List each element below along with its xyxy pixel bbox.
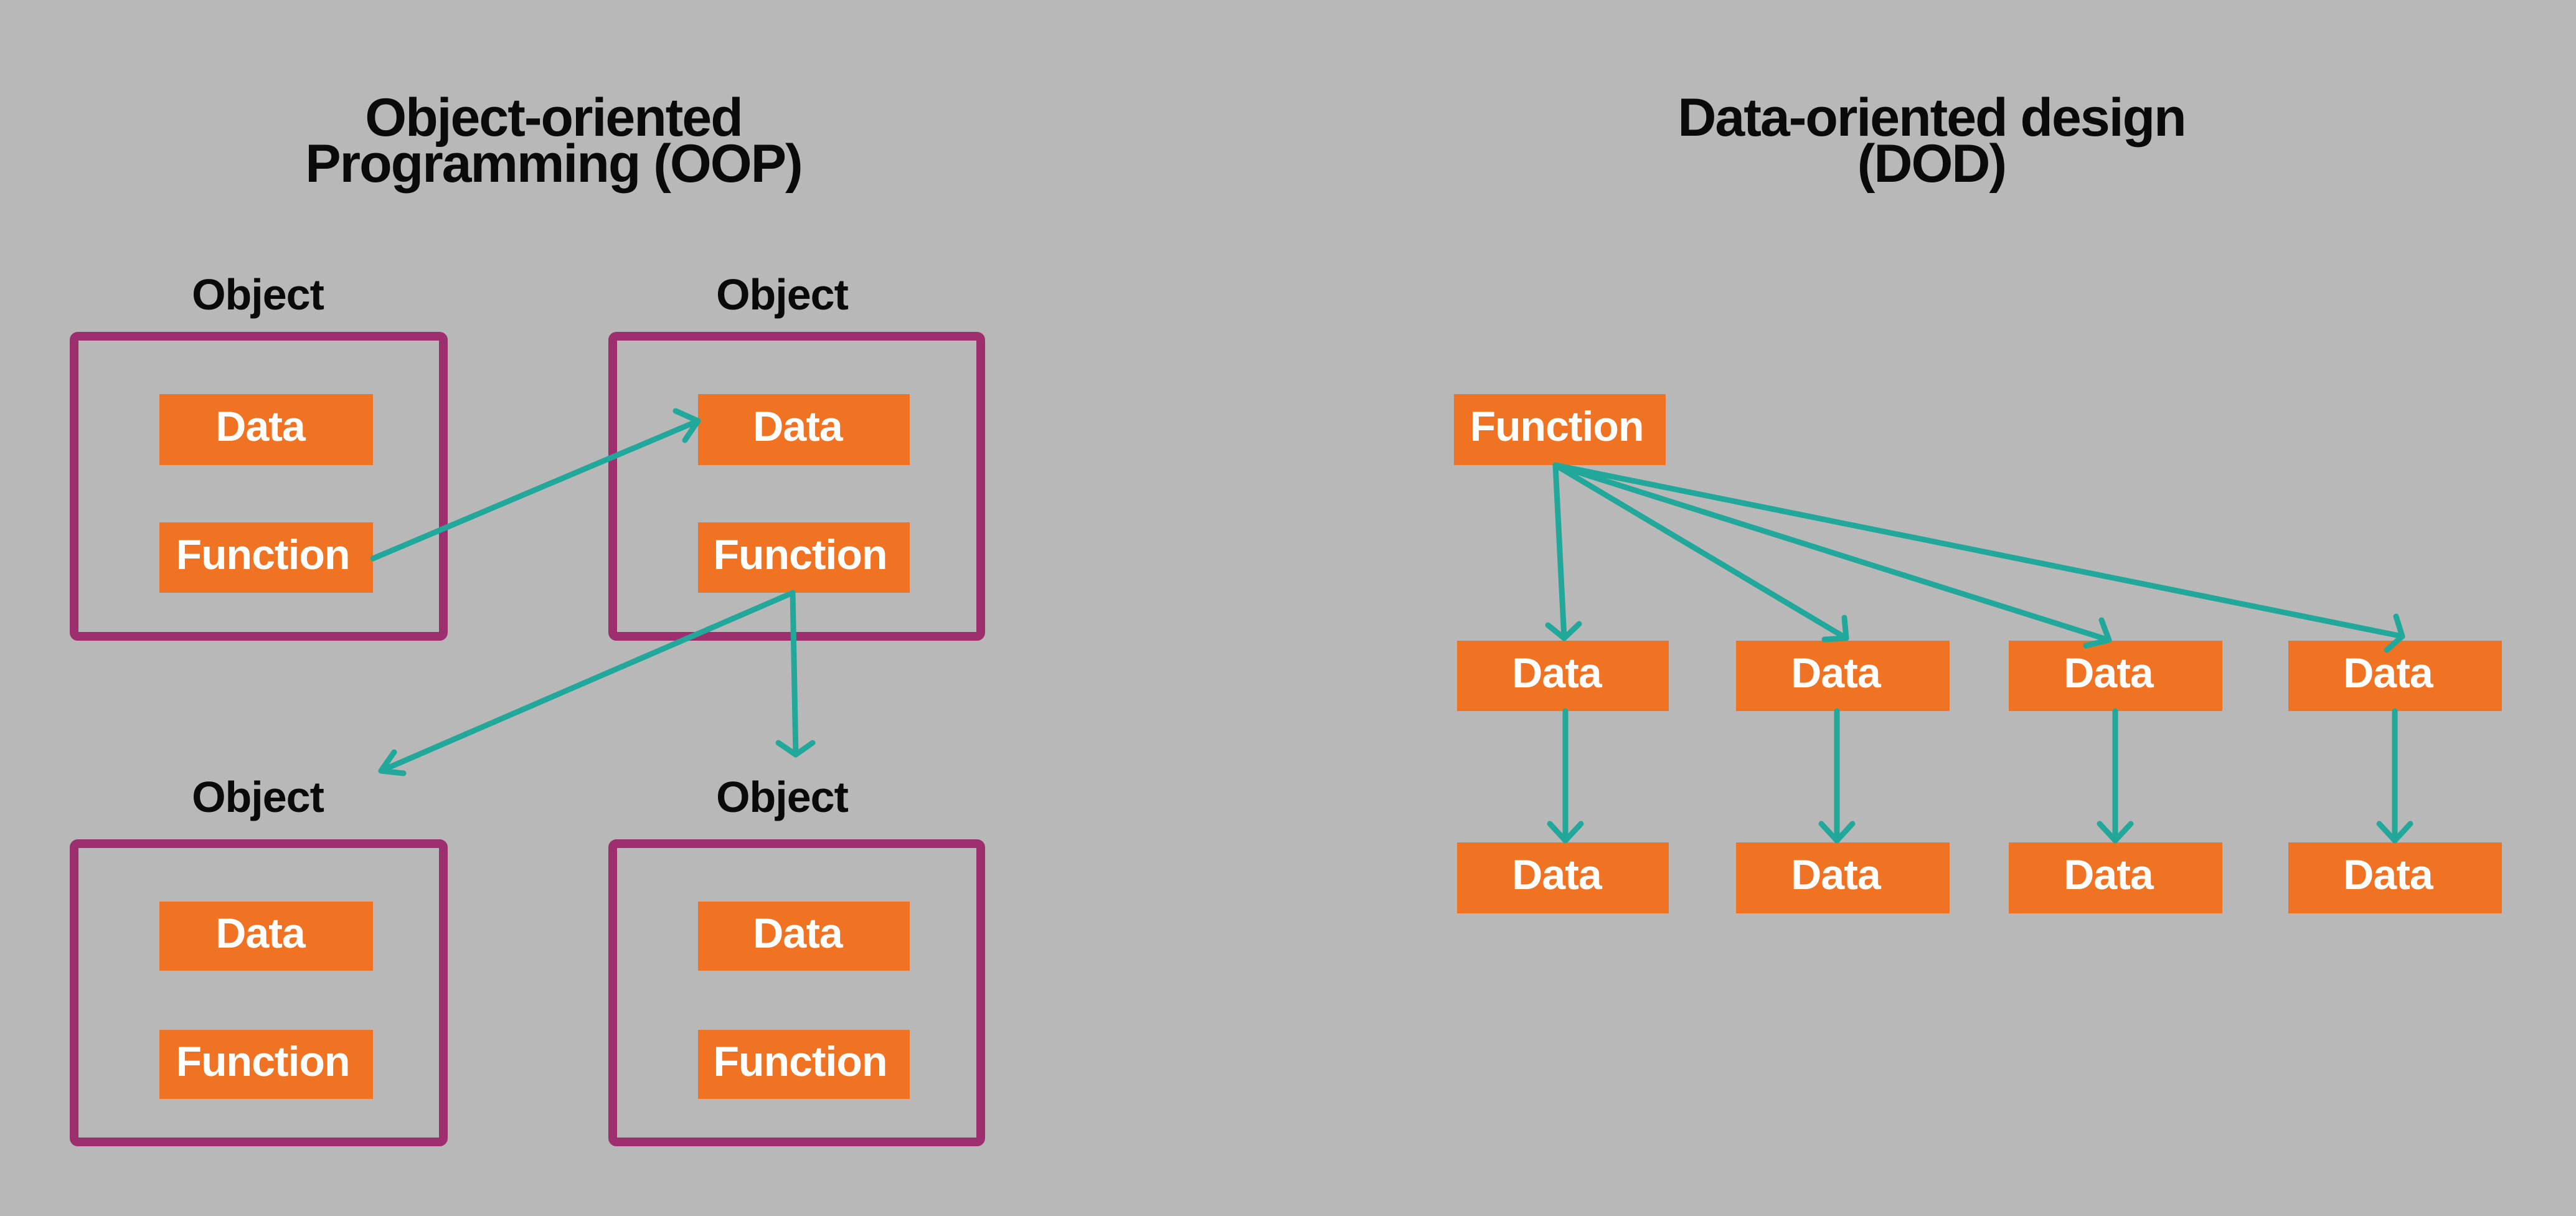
dod-title-line2: (DOD) xyxy=(1857,134,2006,194)
arrow-func1-to-data2 xyxy=(370,418,701,562)
oop-object-2: Object Data Function xyxy=(608,270,985,641)
oop-object-1: Object Data Function xyxy=(70,270,448,641)
arrow-function-to-data-1 xyxy=(1552,462,1567,641)
object-label: Object xyxy=(716,773,849,821)
oop-object-4: Object Data Function xyxy=(608,773,985,1146)
data-node-label: Data xyxy=(2064,649,2154,697)
data-node-label: Data xyxy=(2343,851,2434,898)
function-node-label: Function xyxy=(1470,403,1643,450)
object-label: Object xyxy=(192,773,324,821)
function-node-label: Function xyxy=(713,531,887,578)
dod-data-row-2: Data Data Data Data xyxy=(1457,842,2502,913)
data-node-label: Data xyxy=(215,403,306,450)
data-node-label: Data xyxy=(2064,851,2154,898)
data-node-label: Data xyxy=(215,910,306,957)
data-node-label: Data xyxy=(753,910,844,957)
data-node-label: Data xyxy=(1512,649,1603,697)
object-label: Object xyxy=(192,270,324,319)
diagram-canvas: Object-oriented Programming (OOP) Data-o… xyxy=(70,88,2502,1146)
arrow-function-to-data-3 xyxy=(1552,462,2112,643)
arrow-function-to-data-2 xyxy=(1552,462,1849,641)
data-node-label: Data xyxy=(753,403,844,450)
dod-data-row-1: Data Data Data Data xyxy=(1457,641,2502,711)
oop-object-3: Object Data Function xyxy=(70,773,448,1146)
data-node-label: Data xyxy=(1791,649,1882,697)
data-node-label: Data xyxy=(2343,649,2434,697)
function-node-label: Function xyxy=(176,531,349,578)
function-node-label: Function xyxy=(713,1038,887,1085)
object-label: Object xyxy=(716,270,849,319)
dod-arrows xyxy=(1545,462,2413,844)
data-node-label: Data xyxy=(1512,851,1603,898)
function-node-label: Function xyxy=(176,1038,349,1085)
arrow-func2-to-object4 xyxy=(790,590,799,758)
dod-function: Function xyxy=(1454,394,1666,465)
oop-title-line2: Programming (OOP) xyxy=(305,134,801,194)
arrow-function-to-data-4 xyxy=(1552,462,2405,639)
data-node-label: Data xyxy=(1791,851,1882,898)
